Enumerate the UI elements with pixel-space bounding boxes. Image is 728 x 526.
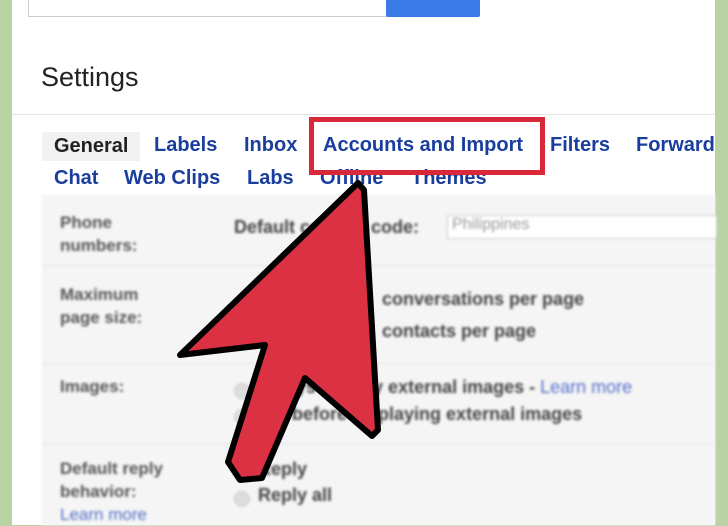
pointer-arrow-icon (177, 180, 381, 483)
arrow-shape (177, 180, 381, 483)
